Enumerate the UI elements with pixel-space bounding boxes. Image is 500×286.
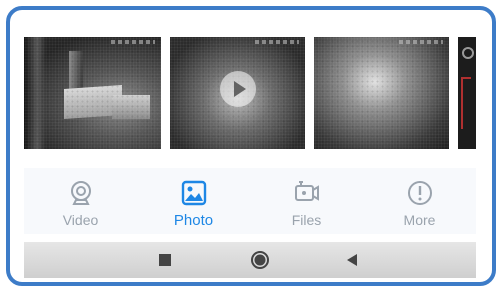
system-navigation-bar [24,242,476,278]
tab-files[interactable]: Files [250,168,363,234]
thumbnail-status-strip [399,40,443,44]
recents-square-icon[interactable] [155,250,175,270]
tab-more[interactable]: More [363,168,476,234]
back-triangle-icon[interactable] [342,250,362,270]
play-icon[interactable] [220,71,256,107]
bottom-tab-bar: Video Photo Files More [24,168,476,234]
image-grain [24,37,161,149]
camera-icon [71,181,91,205]
tab-photo[interactable]: Photo [137,168,250,234]
image-grain [314,37,449,149]
image-icon [181,180,207,206]
thumbnail-gallery [24,37,476,149]
tab-more-label: More [403,212,436,228]
video-file-icon [295,181,319,201]
info-icon [408,181,432,205]
tab-photo-label: Photo [173,212,214,229]
gallery-thumbnail-3[interactable] [314,37,449,149]
thumbnail-status-strip [255,40,299,44]
gallery-thumbnail-4[interactable] [458,37,476,149]
device-frame: Video Photo Files More [6,6,496,286]
home-circle-icon[interactable] [250,250,270,270]
thumbnail-object [462,47,474,59]
tab-files-label: Files [291,212,322,228]
tab-video-label: Video [62,212,99,228]
gallery-thumbnail-1[interactable] [24,37,161,149]
tab-video[interactable]: Video [24,168,137,234]
thumbnail-object [461,77,471,129]
thumbnail-status-strip [111,40,155,44]
gallery-thumbnail-2[interactable] [170,37,305,149]
